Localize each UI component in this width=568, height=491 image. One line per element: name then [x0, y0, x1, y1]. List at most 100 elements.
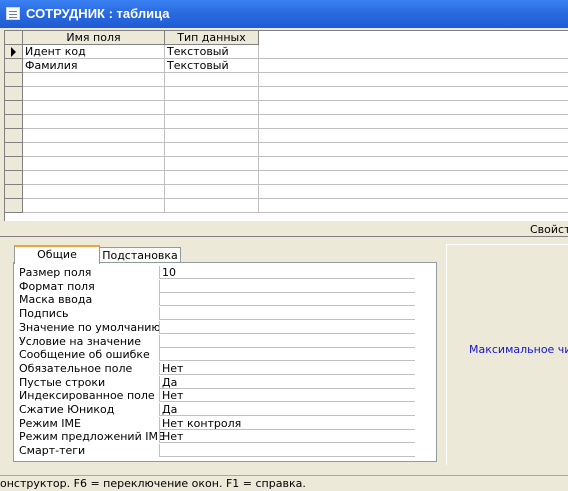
property-value-field[interactable]	[159, 293, 415, 307]
field-name-cell[interactable]	[23, 115, 165, 129]
field-name-cell[interactable]: Фамилия	[23, 59, 165, 73]
description-cell[interactable]	[259, 87, 568, 101]
description-cell[interactable]	[259, 199, 568, 213]
data-type-cell[interactable]: Текстовый	[165, 59, 259, 73]
description-cell[interactable]	[259, 59, 568, 73]
data-type-cell[interactable]	[165, 73, 259, 87]
empty-row[interactable]	[5, 129, 568, 143]
property-value-field[interactable]	[159, 320, 415, 334]
field-name-cell[interactable]	[23, 73, 165, 87]
row-selector[interactable]	[5, 199, 23, 213]
property-label: Режим IME	[19, 416, 81, 430]
empty-row[interactable]	[5, 157, 568, 171]
row-selector[interactable]	[5, 157, 23, 171]
field-name-cell[interactable]	[23, 129, 165, 143]
description-cell[interactable]	[259, 73, 568, 87]
property-value-field[interactable]: Нет	[159, 361, 415, 375]
description-cell[interactable]	[259, 115, 568, 129]
field-properties-label: Свойств	[530, 223, 568, 236]
property-label: Значение по умолчанию	[19, 320, 161, 334]
table-row[interactable]: Идент код Текстовый	[5, 45, 568, 59]
status-bar: онструктор. F6 = переключение окон. F1 =…	[0, 475, 568, 491]
field-name-cell[interactable]	[23, 101, 165, 115]
data-type-cell[interactable]	[165, 171, 259, 185]
data-type-cell[interactable]	[165, 157, 259, 171]
empty-row[interactable]	[5, 87, 568, 101]
row-selector[interactable]	[5, 101, 23, 115]
data-type-cell[interactable]	[165, 129, 259, 143]
empty-row[interactable]	[5, 185, 568, 199]
tab-general[interactable]: Общие	[14, 245, 100, 264]
description-cell[interactable]	[259, 45, 568, 59]
empty-row[interactable]	[5, 115, 568, 129]
description-cell[interactable]	[259, 157, 568, 171]
property-value-field[interactable]: Да	[159, 403, 415, 416]
property-label: Режим предложений IME	[19, 430, 165, 444]
tab-lookup[interactable]: Подстановка	[99, 247, 181, 263]
property-label: Сжатие Юникод	[19, 403, 115, 416]
empty-row[interactable]	[5, 101, 568, 115]
data-type-cell[interactable]	[165, 143, 259, 157]
property-row: Режим предложений IME Нет	[17, 430, 417, 444]
property-help-pane: Максимальное числ	[446, 244, 568, 465]
property-value-field[interactable]: Да	[159, 375, 415, 389]
property-row: Размер поля 10	[17, 266, 417, 280]
data-type-cell[interactable]	[165, 101, 259, 115]
row-selector[interactable]	[5, 129, 23, 143]
row-selector[interactable]	[5, 185, 23, 199]
field-name-cell[interactable]	[23, 157, 165, 171]
field-name-cell[interactable]	[23, 185, 165, 199]
property-row: Обязательное поле Нет	[17, 361, 417, 376]
property-value-field[interactable]: Нет контроля	[159, 416, 415, 430]
current-row-arrow-icon	[11, 47, 16, 57]
property-label: Подпись	[19, 307, 69, 321]
description-cell[interactable]	[259, 101, 568, 115]
description-cell[interactable]	[259, 129, 568, 143]
property-label: Смарт-теги	[19, 444, 86, 458]
data-type-cell[interactable]	[165, 185, 259, 199]
property-label: Условие на значение	[19, 334, 141, 348]
property-row: Маска ввода	[17, 293, 417, 307]
property-row: Индексированное поле Нет	[17, 389, 417, 403]
data-type-cell[interactable]	[165, 115, 259, 129]
field-name-cell[interactable]	[23, 199, 165, 213]
property-row: Смарт-теги	[17, 444, 417, 458]
data-type-cell[interactable]: Текстовый	[165, 45, 259, 59]
description-cell[interactable]	[259, 171, 568, 185]
window-title-bar[interactable]: СОТРУДНИК : таблица	[0, 0, 568, 28]
property-row: Сообщение об ошибке	[17, 348, 417, 362]
data-type-cell[interactable]	[165, 87, 259, 101]
property-value-field[interactable]	[159, 348, 415, 362]
row-selector[interactable]	[5, 143, 23, 157]
empty-row[interactable]	[5, 171, 568, 185]
column-header-data-type: Тип данных	[165, 31, 259, 45]
property-label: Индексированное поле	[19, 389, 155, 403]
row-selector[interactable]	[5, 73, 23, 87]
property-value-field[interactable]	[159, 334, 415, 348]
empty-row[interactable]	[5, 73, 568, 87]
description-cell[interactable]	[259, 185, 568, 199]
property-row: Сжатие Юникод Да	[17, 403, 417, 417]
property-value-field[interactable]	[159, 279, 415, 293]
table-row[interactable]: Фамилия Текстовый	[5, 59, 568, 73]
property-value-field[interactable]: Нет	[159, 430, 415, 444]
field-name-cell[interactable]	[23, 87, 165, 101]
field-name-cell[interactable]	[23, 171, 165, 185]
property-value-field[interactable]	[159, 307, 415, 321]
row-selector[interactable]	[5, 87, 23, 101]
field-name-cell[interactable]	[23, 143, 165, 157]
property-value-field[interactable]: 10	[159, 266, 415, 279]
grid-header: Имя поля Тип данных	[5, 31, 568, 45]
property-value-field[interactable]	[159, 444, 415, 458]
row-selector[interactable]	[5, 171, 23, 185]
row-selector[interactable]	[5, 59, 23, 73]
row-selector[interactable]	[5, 45, 23, 59]
empty-row[interactable]	[5, 199, 568, 213]
empty-row[interactable]	[5, 143, 568, 157]
description-cell[interactable]	[259, 143, 568, 157]
property-value-field[interactable]: Нет	[159, 389, 415, 403]
row-selector[interactable]	[5, 115, 23, 129]
field-name-cell[interactable]: Идент код	[23, 45, 165, 59]
property-label: Формат поля	[19, 279, 95, 293]
data-type-cell[interactable]	[165, 199, 259, 213]
